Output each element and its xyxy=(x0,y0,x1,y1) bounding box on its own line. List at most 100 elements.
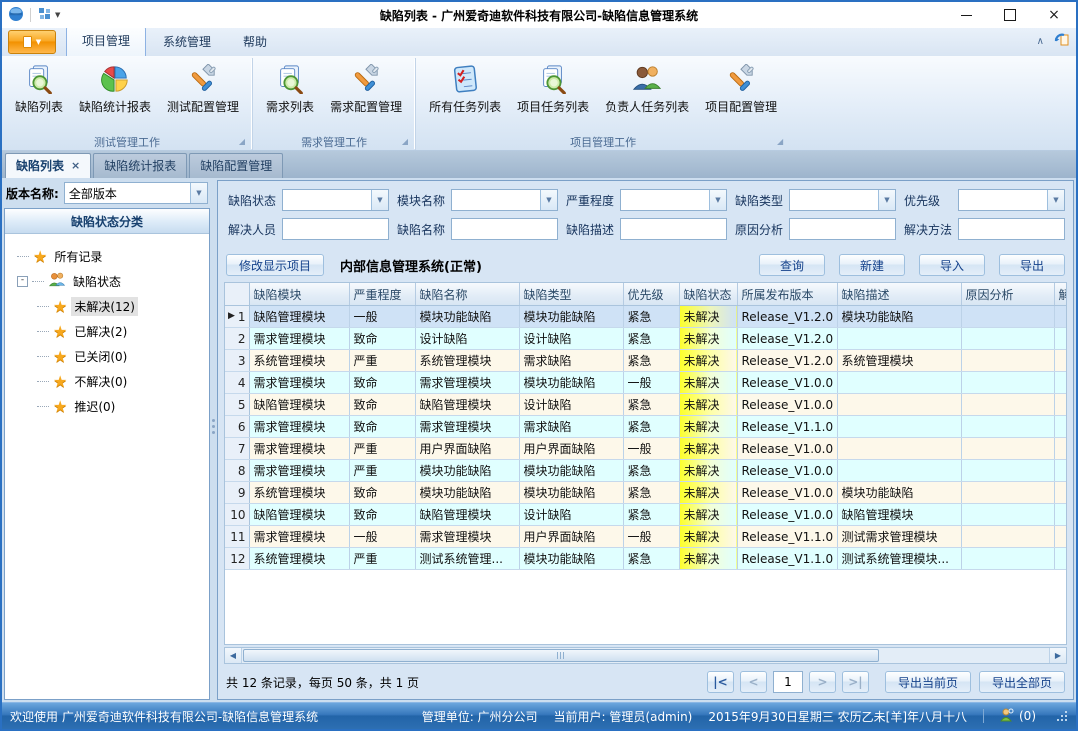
table-row[interactable]: 3系统管理模块严重系统管理模块需求缺陷紧急未解决Release_V1.2.0系统… xyxy=(225,350,1067,372)
column-header-10[interactable]: 解决 xyxy=(1054,283,1067,306)
column-header-8[interactable]: 缺陷描述 xyxy=(837,283,961,306)
chevron-down-icon[interactable]: ▼ xyxy=(1047,190,1064,210)
filter-input[interactable] xyxy=(621,219,726,239)
table-row[interactable]: 2需求管理模块致命设计缺陷设计缺陷紧急未解决Release_V1.2.0 xyxy=(225,328,1067,350)
new-button[interactable]: 新建 xyxy=(839,254,905,276)
table-row[interactable]: 7需求管理模块严重用户界面缺陷用户界面缺陷一般未解决Release_V1.0.0 xyxy=(225,438,1067,460)
table-row[interactable]: 12系统管理模块严重测试系统管理...模块功能缺陷紧急未解决Release_V1… xyxy=(225,548,1067,570)
filter-input[interactable] xyxy=(959,219,1064,239)
import-button[interactable]: 导入 xyxy=(919,254,985,276)
filter-field-2-1[interactable] xyxy=(282,218,389,240)
minimize-button[interactable] xyxy=(944,2,988,28)
dialog-launcher-icon[interactable]: ◢ xyxy=(777,138,783,146)
splitter[interactable] xyxy=(210,180,217,700)
filter-input[interactable] xyxy=(452,190,540,210)
collapse-icon[interactable]: - xyxy=(17,276,28,287)
filter-field-2-4[interactable] xyxy=(789,218,896,240)
table-row[interactable]: 4需求管理模块致命需求管理模块模块功能缺陷一般未解决Release_V1.0.0 xyxy=(225,372,1067,394)
filter-field-2-2[interactable] xyxy=(451,218,558,240)
filter-field-1-1[interactable]: ▼ xyxy=(282,189,389,211)
scrollbar-track[interactable] xyxy=(242,648,1049,663)
tree-item-7[interactable]: ★推迟(0) xyxy=(9,394,205,419)
table-row[interactable]: 9系统管理模块致命模块功能缺陷模块功能缺陷紧急未解决Release_V1.0.0… xyxy=(225,482,1067,504)
page-number-input[interactable] xyxy=(773,671,803,693)
table-row[interactable]: 5缺陷管理模块致命缺陷管理模块设计缺陷紧急未解决Release_V1.0.0 xyxy=(225,394,1067,416)
ribbon-button-3-2[interactable]: 项目任务列表 xyxy=(510,59,596,118)
table-row[interactable]: 8需求管理模块严重模块功能缺陷模块功能缺陷紧急未解决Release_V1.0.0 xyxy=(225,460,1067,482)
search-button[interactable]: 查询 xyxy=(759,254,825,276)
dialog-launcher-icon[interactable]: ◢ xyxy=(402,138,408,146)
filter-field-1-3[interactable]: ▼ xyxy=(620,189,727,211)
export-current-page-button[interactable]: 导出当前页 xyxy=(885,671,971,693)
ribbon-button-2-1[interactable]: 需求列表 xyxy=(259,59,321,118)
filter-input[interactable] xyxy=(959,190,1047,210)
resize-grip-icon[interactable] xyxy=(1056,710,1068,722)
scrollbar-thumb[interactable] xyxy=(243,649,879,662)
chevron-down-icon[interactable]: ▼ xyxy=(371,190,388,210)
close-button[interactable]: × xyxy=(1032,2,1076,28)
ribbon-button-1-3[interactable]: 测试配置管理 xyxy=(160,59,246,118)
export-button[interactable]: 导出 xyxy=(999,254,1065,276)
column-header-9[interactable]: 原因分析 xyxy=(961,283,1054,306)
version-select[interactable]: 全部版本 ▼ xyxy=(64,182,208,204)
tree-item-1[interactable]: ★所有记录 xyxy=(9,244,205,269)
prev-page-button[interactable]: < xyxy=(740,671,767,693)
tree-item-4[interactable]: ★已解决(2) xyxy=(9,319,205,344)
filter-field-2-3[interactable] xyxy=(620,218,727,240)
export-all-pages-button[interactable]: 导出全部页 xyxy=(979,671,1065,693)
ribbon-tab-3[interactable]: 帮助 xyxy=(228,28,282,56)
filter-input[interactable] xyxy=(452,219,557,239)
next-page-button[interactable]: > xyxy=(809,671,836,693)
table-row[interactable]: 10缺陷管理模块致命缺陷管理模块设计缺陷紧急未解决Release_V1.0.0缺… xyxy=(225,504,1067,526)
doc-tab-1[interactable]: 缺陷列表× xyxy=(5,153,91,178)
chevron-down-icon[interactable]: ▼ xyxy=(190,183,207,203)
first-page-button[interactable]: |< xyxy=(707,671,734,693)
ribbon-button-2-2[interactable]: 需求配置管理 xyxy=(323,59,409,118)
maximize-button[interactable] xyxy=(988,2,1032,28)
filter-field-1-5[interactable]: ▼ xyxy=(958,189,1065,211)
filter-field-1-2[interactable]: ▼ xyxy=(451,189,558,211)
doc-tab-2[interactable]: 缺陷统计报表 xyxy=(93,153,187,178)
chevron-down-icon[interactable]: ▼ xyxy=(709,190,726,210)
dialog-launcher-icon[interactable]: ◢ xyxy=(239,138,245,146)
filter-field-2-5[interactable] xyxy=(958,218,1065,240)
filter-field-1-4[interactable]: ▼ xyxy=(789,189,896,211)
filter-input[interactable] xyxy=(790,190,878,210)
filter-input[interactable] xyxy=(621,190,709,210)
horizontal-scrollbar[interactable]: ◀ ▶ xyxy=(224,647,1067,664)
last-page-button[interactable]: >| xyxy=(842,671,869,693)
ribbon-collapse-icon[interactable]: ∧ xyxy=(1037,36,1044,47)
filter-input[interactable] xyxy=(790,219,895,239)
modify-columns-button[interactable]: 修改显示项目 xyxy=(226,254,324,276)
help-icon[interactable] xyxy=(1054,32,1070,51)
ribbon-button-1-2[interactable]: 缺陷统计报表 xyxy=(72,59,158,118)
chevron-down-icon[interactable]: ▼ xyxy=(540,190,557,210)
column-header-2[interactable]: 严重程度 xyxy=(349,283,415,306)
column-header-5[interactable]: 优先级 xyxy=(623,283,679,306)
ribbon-button-3-4[interactable]: 项目配置管理 xyxy=(698,59,784,118)
ribbon-tab-1[interactable]: 项目管理 xyxy=(66,26,146,56)
column-header-6[interactable]: 缺陷状态 xyxy=(679,283,737,306)
tree-item-5[interactable]: ★已关闭(0) xyxy=(9,344,205,369)
tree-item-6[interactable]: ★不解决(0) xyxy=(9,369,205,394)
column-header-4[interactable]: 缺陷类型 xyxy=(519,283,623,306)
ribbon-tab-2[interactable]: 系统管理 xyxy=(148,28,226,56)
column-header-1[interactable]: 缺陷模块 xyxy=(249,283,349,306)
table-row[interactable]: 6需求管理模块致命需求管理模块需求缺陷紧急未解决Release_V1.1.0 xyxy=(225,416,1067,438)
chevron-down-icon[interactable]: ▼ xyxy=(878,190,895,210)
quick-access-toolbar-button[interactable]: ▼ xyxy=(37,6,62,25)
tree-item-2[interactable]: -缺陷状态 xyxy=(9,269,205,294)
column-header-3[interactable]: 缺陷名称 xyxy=(415,283,519,306)
application-menu-button[interactable]: ▼ xyxy=(8,30,56,54)
ribbon-button-1-1[interactable]: 缺陷列表 xyxy=(8,59,70,118)
ribbon-button-3-1[interactable]: 所有任务列表 xyxy=(422,59,508,118)
scroll-right-icon[interactable]: ▶ xyxy=(1049,648,1066,663)
column-header-7[interactable]: 所属发布版本 xyxy=(737,283,837,306)
tree-item-3[interactable]: ★未解决(12) xyxy=(9,294,205,319)
table-row[interactable]: 11需求管理模块一般需求管理模块用户界面缺陷一般未解决Release_V1.1.… xyxy=(225,526,1067,548)
filter-input[interactable] xyxy=(283,219,388,239)
table-row[interactable]: ▶1缺陷管理模块一般模块功能缺陷模块功能缺陷紧急未解决Release_V1.2.… xyxy=(225,306,1067,328)
scroll-left-icon[interactable]: ◀ xyxy=(225,648,242,663)
ribbon-button-3-3[interactable]: 负责人任务列表 xyxy=(598,59,696,118)
close-icon[interactable]: × xyxy=(71,160,80,171)
